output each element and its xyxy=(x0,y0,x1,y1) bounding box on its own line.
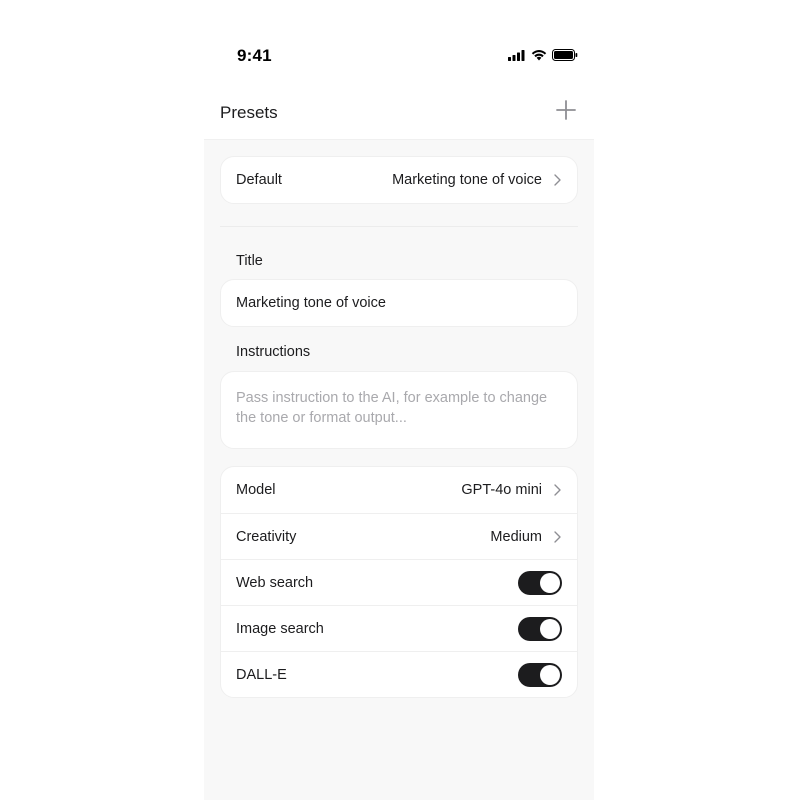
cellular-signal-icon xyxy=(508,48,526,66)
default-value: Marketing tone of voice xyxy=(392,172,542,188)
default-label: Default xyxy=(236,172,282,188)
default-preset-row[interactable]: Default Marketing tone of voice xyxy=(221,157,577,203)
top-bar: 9:41 Presets xyxy=(204,0,594,140)
title-value: Marketing tone of voice xyxy=(236,295,386,311)
chevron-right-icon xyxy=(552,530,562,543)
chevron-right-icon xyxy=(552,484,562,496)
dalle-toggle[interactable] xyxy=(518,662,562,687)
battery-icon xyxy=(552,48,578,66)
web-search-toggle[interactable] xyxy=(518,570,562,595)
chevron-right-icon xyxy=(552,174,562,186)
image-search-toggle[interactable] xyxy=(518,616,562,641)
dalle-label: DALL-E xyxy=(236,666,287,683)
image-search-label: Image search xyxy=(236,620,324,637)
dalle-row: DALL-E xyxy=(221,651,577,697)
instructions-placeholder: Pass instruction to the AI, for example … xyxy=(236,390,548,426)
creativity-label: Creativity xyxy=(236,528,297,545)
web-search-label: Web search xyxy=(236,574,314,591)
plus-icon xyxy=(556,99,576,125)
creativity-value: Medium xyxy=(490,528,542,545)
model-row[interactable]: Model GPT-4o mini xyxy=(221,467,577,513)
model-value: GPT-4o mini xyxy=(461,482,542,498)
instructions-label: Instructions xyxy=(236,344,311,360)
phone-screen: 9:41 Presets Default Marketing tone of v… xyxy=(204,0,594,800)
status-bar: 9:41 xyxy=(204,0,594,110)
status-time: 9:41 xyxy=(237,46,272,65)
wifi-icon xyxy=(531,48,547,66)
title-field[interactable]: Marketing tone of voice xyxy=(220,279,578,327)
settings-card: Model GPT-4o mini Creativity Medium Web … xyxy=(220,466,578,698)
instructions-field[interactable]: Pass instruction to the AI, for example … xyxy=(220,371,578,449)
default-preset-card: Default Marketing tone of voice xyxy=(220,156,578,204)
section-divider xyxy=(220,226,578,227)
page-title: Presets xyxy=(220,103,278,122)
status-icons xyxy=(508,48,578,66)
web-search-row: Web search xyxy=(221,559,577,605)
toggle-knob xyxy=(540,618,560,639)
model-label: Model xyxy=(236,482,276,498)
toggle-knob xyxy=(540,664,560,685)
image-search-row: Image search xyxy=(221,605,577,651)
add-preset-button[interactable] xyxy=(554,99,578,125)
title-label: Title xyxy=(236,253,263,269)
creativity-row[interactable]: Creativity Medium xyxy=(221,513,577,559)
toggle-knob xyxy=(540,572,560,593)
